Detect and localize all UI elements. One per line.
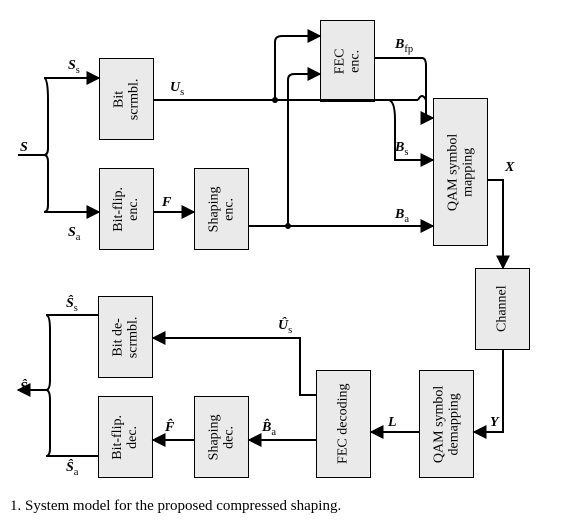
block-shaping-dec-label: Shaping dec. bbox=[206, 414, 237, 460]
label-Bs: Bs bbox=[395, 140, 408, 158]
label-Sa: Sa bbox=[68, 225, 80, 243]
block-qam-demap: QAM symbol demapping bbox=[419, 370, 474, 478]
block-bitflip-dec: Bit-flip. dec. bbox=[98, 396, 153, 478]
block-qam-map: QAM symbol mapping bbox=[433, 98, 488, 246]
block-bit-scrmbl: Bit scrmbl. bbox=[99, 58, 154, 140]
figure-caption: 1. System model for the proposed compres… bbox=[10, 498, 341, 515]
label-F: F bbox=[162, 195, 171, 211]
label-L: L bbox=[388, 415, 397, 431]
label-F-hat: F̂ bbox=[165, 420, 174, 436]
label-Us-hat: Ûs bbox=[278, 318, 292, 336]
block-channel: Channel bbox=[475, 268, 530, 350]
diagram-canvas: Bit scrmbl. Bit-flip. enc. Shaping enc. … bbox=[0, 0, 572, 524]
block-fec-enc: FEC enc. bbox=[320, 20, 375, 102]
block-qam-map-label: QAM symbol mapping bbox=[445, 133, 476, 210]
block-fec-dec: FEC decoding bbox=[316, 370, 371, 478]
block-shaping-dec: Shaping dec. bbox=[194, 396, 249, 478]
block-fec-dec-label: FEC decoding bbox=[336, 384, 351, 465]
block-bit-descrmbl-label: Bit de- scrmbl. bbox=[110, 316, 141, 358]
label-X: X bbox=[505, 160, 514, 176]
block-shaping-enc-label: Shaping enc. bbox=[206, 186, 237, 232]
label-Us: Us bbox=[170, 80, 184, 98]
block-bitflip-enc: Bit-flip. enc. bbox=[99, 168, 154, 250]
label-Ss: Ss bbox=[68, 58, 80, 76]
block-channel-label: Channel bbox=[495, 286, 510, 333]
wires bbox=[0, 0, 572, 524]
label-S-hat: Ŝ bbox=[20, 380, 28, 396]
block-bit-scrmbl-label: Bit scrmbl. bbox=[111, 78, 142, 120]
block-bitflip-enc-label: Bit-flip. enc. bbox=[111, 187, 142, 232]
label-Ba: Ba bbox=[395, 207, 409, 225]
label-Ba-hat: B̂a bbox=[262, 420, 276, 438]
block-fec-enc-label: FEC enc. bbox=[332, 48, 363, 74]
label-Y: Y bbox=[490, 415, 499, 431]
label-Ss-hat: Ŝs bbox=[66, 296, 78, 314]
block-bit-descrmbl: Bit de- scrmbl. bbox=[98, 296, 153, 378]
label-Sa-hat: Ŝa bbox=[66, 460, 78, 478]
block-bitflip-dec-label: Bit-flip. dec. bbox=[110, 415, 141, 460]
block-shaping-enc: Shaping enc. bbox=[194, 168, 249, 250]
block-qam-demap-label: QAM symbol demapping bbox=[431, 385, 462, 462]
label-Bfp: Bfp bbox=[395, 37, 413, 55]
label-S: S bbox=[20, 140, 28, 156]
